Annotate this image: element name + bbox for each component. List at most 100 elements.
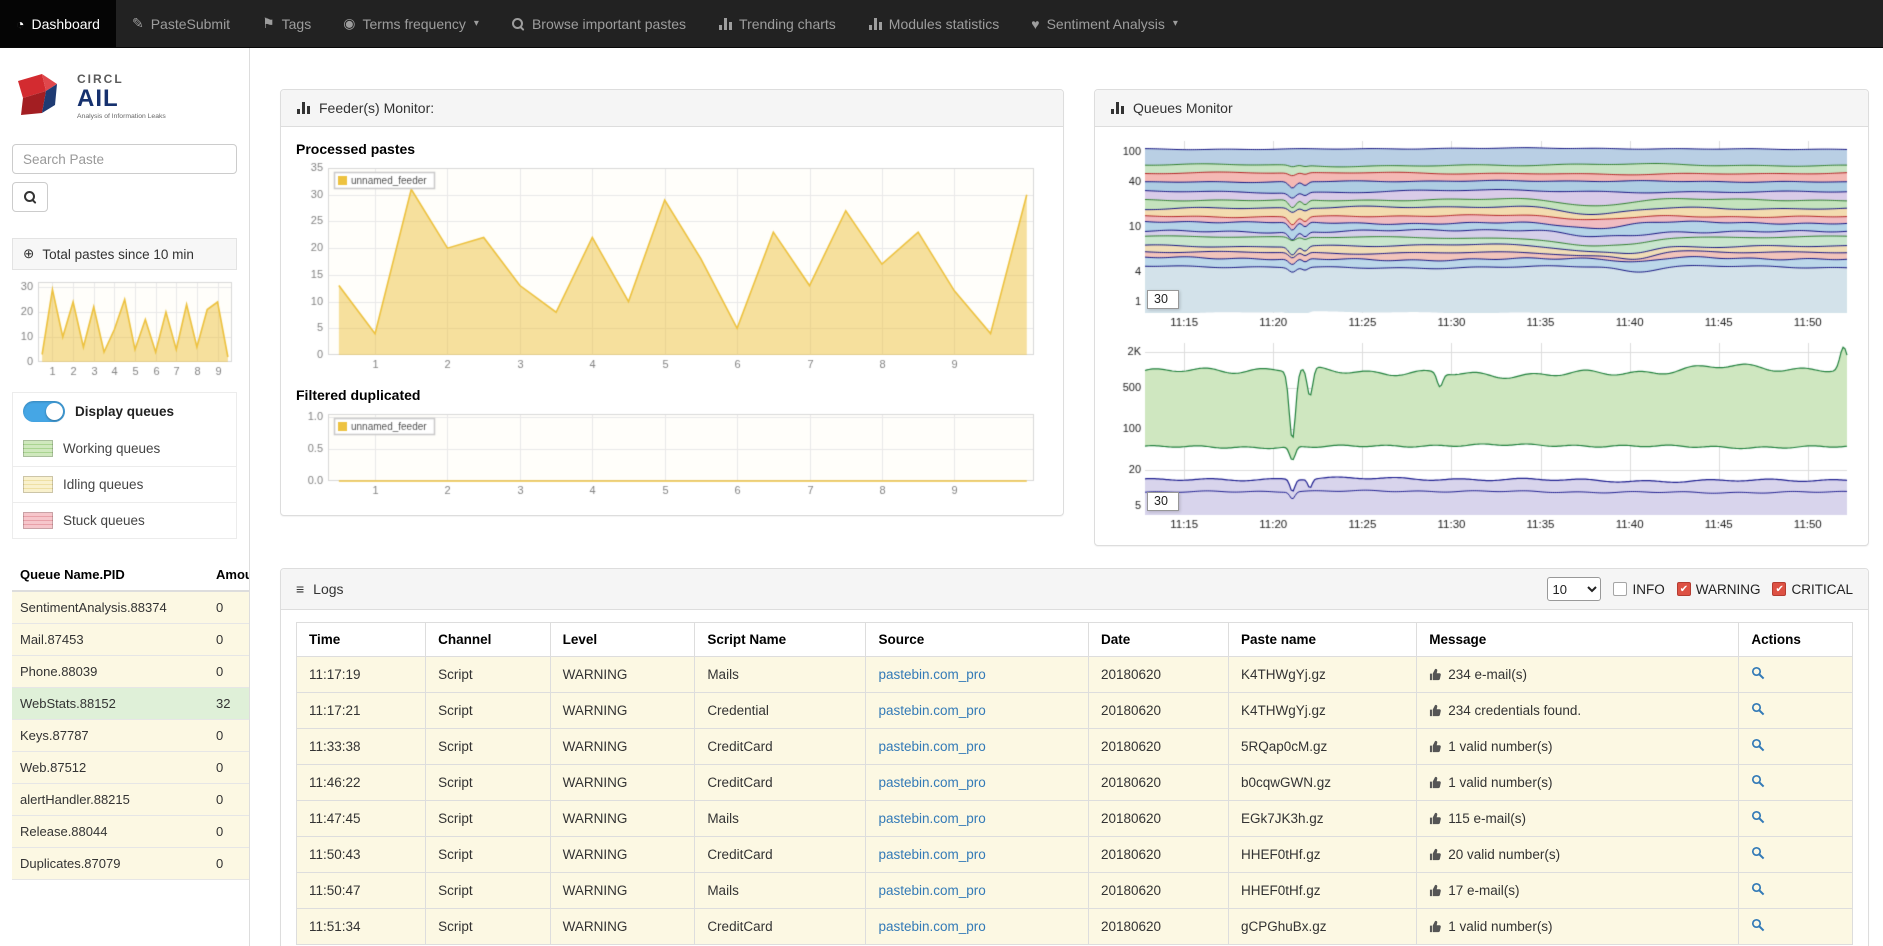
filter-warning[interactable]: WARNING xyxy=(1677,582,1761,597)
working-queues-swatch xyxy=(23,440,53,457)
nav-sentiment-analysis[interactable]: ♥Sentiment Analysis▾ xyxy=(1015,0,1194,47)
logs-panel-title: Logs xyxy=(313,581,343,597)
log-row: 11:50:43ScriptWARNINGCreditCardpastebin.… xyxy=(297,837,1853,873)
search-button[interactable] xyxy=(12,182,48,212)
top-navbar: ◔Dashboard✎PasteSubmit⚑Tags◉Terms freque… xyxy=(0,0,1883,48)
log-row: 11:46:22ScriptWARNINGCreditCardpastebin.… xyxy=(297,765,1853,801)
view-paste-button[interactable] xyxy=(1751,846,1765,863)
thumbs-up-icon xyxy=(1429,848,1442,861)
log-message: 1 valid number(s) xyxy=(1417,729,1739,765)
queues-size-chart xyxy=(1107,339,1855,535)
queue-amount: 0 xyxy=(208,591,250,624)
log-time: 11:47:45 xyxy=(297,801,426,837)
log-actions xyxy=(1739,729,1853,765)
log-date: 20180620 xyxy=(1088,837,1228,873)
checkbox-unchecked-icon xyxy=(1613,582,1627,596)
col-script-name: Script Name xyxy=(695,623,866,657)
log-time: 11:17:21 xyxy=(297,693,426,729)
log-message: 1 valid number(s) xyxy=(1417,765,1739,801)
log-channel: Script xyxy=(426,909,550,945)
queues-panel-header: Queues Monitor xyxy=(1095,90,1868,127)
feeder-panel-title: Feeder(s) Monitor: xyxy=(319,100,434,116)
log-paste-name: K4THWgYj.gz xyxy=(1229,657,1417,693)
page-size-select[interactable]: 10 xyxy=(1547,577,1601,601)
col-amount: Amount xyxy=(208,559,250,591)
heart-icon: ♥ xyxy=(1031,16,1039,32)
source-link[interactable]: pastebin.com_pro xyxy=(878,919,985,934)
queue-row: Web.875120 xyxy=(12,752,250,784)
logo-product: AIL xyxy=(77,86,166,111)
queue-table: Queue Name.PID Amount SentimentAnalysis.… xyxy=(12,559,250,880)
queue-amount: 0 xyxy=(208,720,250,752)
log-paste-name: gCPGhuBx.gz xyxy=(1229,909,1417,945)
source-link[interactable]: pastebin.com_pro xyxy=(878,847,985,862)
queue-name: Release.88044 xyxy=(12,816,208,848)
log-paste-name: K4THWgYj.gz xyxy=(1229,693,1417,729)
circl-ail-logo[interactable]: CIRCL AIL Analysis of Information Leaks xyxy=(12,64,237,128)
caret-down-icon: ▾ xyxy=(1173,18,1178,29)
nav-modules-statistics[interactable]: Modules statistics xyxy=(852,0,1015,47)
legend-label: Stuck queues xyxy=(63,513,145,528)
nav-trending-charts[interactable]: Trending charts xyxy=(702,0,852,47)
processed-pastes-chart xyxy=(296,162,1046,377)
col-paste-name: Paste name xyxy=(1229,623,1417,657)
legend-stuck-queues: Stuck queues xyxy=(13,502,236,538)
thumbs-up-icon xyxy=(1429,884,1442,897)
total-pastes-title: Total pastes since 10 min xyxy=(42,247,194,262)
roll-period-input[interactable]: 30 xyxy=(1147,492,1179,511)
nav-browse-important-pastes[interactable]: Browse important pastes xyxy=(495,0,702,47)
log-channel: Script xyxy=(426,837,550,873)
source-link[interactable]: pastebin.com_pro xyxy=(878,811,985,826)
chart-bars-icon xyxy=(868,18,882,30)
zoom-icon xyxy=(1751,810,1765,824)
view-paste-button[interactable] xyxy=(1751,666,1765,683)
logs-table: TimeChannelLevelScript NameSourceDatePas… xyxy=(296,622,1853,945)
filter-info[interactable]: INFO xyxy=(1613,582,1664,597)
source-link[interactable]: pastebin.com_pro xyxy=(878,667,985,682)
thumbs-up-icon xyxy=(1429,668,1442,681)
log-message: 234 credentials found. xyxy=(1417,693,1739,729)
thumbs-up-icon xyxy=(1429,740,1442,753)
view-paste-button[interactable] xyxy=(1751,774,1765,791)
zoom-icon xyxy=(1751,738,1765,752)
caret-down-icon: ▾ xyxy=(474,18,479,29)
log-row: 11:51:34ScriptWARNINGCreditCardpastebin.… xyxy=(297,909,1853,945)
source-link[interactable]: pastebin.com_pro xyxy=(878,703,985,718)
total-pastes-header: ⊕ Total pastes since 10 min xyxy=(12,238,237,270)
legend-working-queues: Working queues xyxy=(13,430,236,466)
view-paste-button[interactable] xyxy=(1751,882,1765,899)
log-date: 20180620 xyxy=(1088,873,1228,909)
col-actions: Actions xyxy=(1739,623,1853,657)
view-paste-button[interactable] xyxy=(1751,738,1765,755)
log-source: pastebin.com_pro xyxy=(866,765,1089,801)
source-link[interactable]: pastebin.com_pro xyxy=(878,739,985,754)
filter-critical[interactable]: CRITICAL xyxy=(1772,582,1853,597)
zoom-icon xyxy=(1751,846,1765,860)
col-level: Level xyxy=(550,623,695,657)
main-content: Feeder(s) Monitor: Processed pastes Filt… xyxy=(250,48,1883,946)
log-channel: Script xyxy=(426,765,550,801)
nav-pastesubmit[interactable]: ✎PasteSubmit xyxy=(116,0,246,47)
log-source: pastebin.com_pro xyxy=(866,693,1089,729)
log-paste-name: HHEF0tHf.gz xyxy=(1229,873,1417,909)
view-paste-button[interactable] xyxy=(1751,702,1765,719)
source-link[interactable]: pastebin.com_pro xyxy=(878,883,985,898)
nav-terms-frequency[interactable]: ◉Terms frequency▾ xyxy=(327,0,495,47)
queue-amount: 0 xyxy=(208,784,250,816)
nav-tags[interactable]: ⚑Tags xyxy=(246,0,327,47)
display-queues-toggle[interactable] xyxy=(23,401,65,422)
log-row: 11:17:19ScriptWARNINGMailspastebin.com_p… xyxy=(297,657,1853,693)
roll-period-input[interactable]: 30 xyxy=(1147,290,1179,309)
source-link[interactable]: pastebin.com_pro xyxy=(878,775,985,790)
nav-label: Tags xyxy=(282,16,312,32)
nav-dashboard[interactable]: ◔Dashboard xyxy=(0,0,116,47)
log-level: WARNING xyxy=(550,837,695,873)
view-paste-button[interactable] xyxy=(1751,918,1765,935)
search-paste-input[interactable] xyxy=(12,144,237,174)
view-paste-button[interactable] xyxy=(1751,810,1765,827)
checkbox-checked-icon xyxy=(1677,582,1691,596)
log-message-text: 234 credentials found. xyxy=(1448,703,1581,718)
queue-controls: Display queues Working queuesIdling queu… xyxy=(12,392,237,539)
log-paste-name: HHEF0tHf.gz xyxy=(1229,837,1417,873)
processed-pastes-title: Processed pastes xyxy=(296,141,1048,157)
